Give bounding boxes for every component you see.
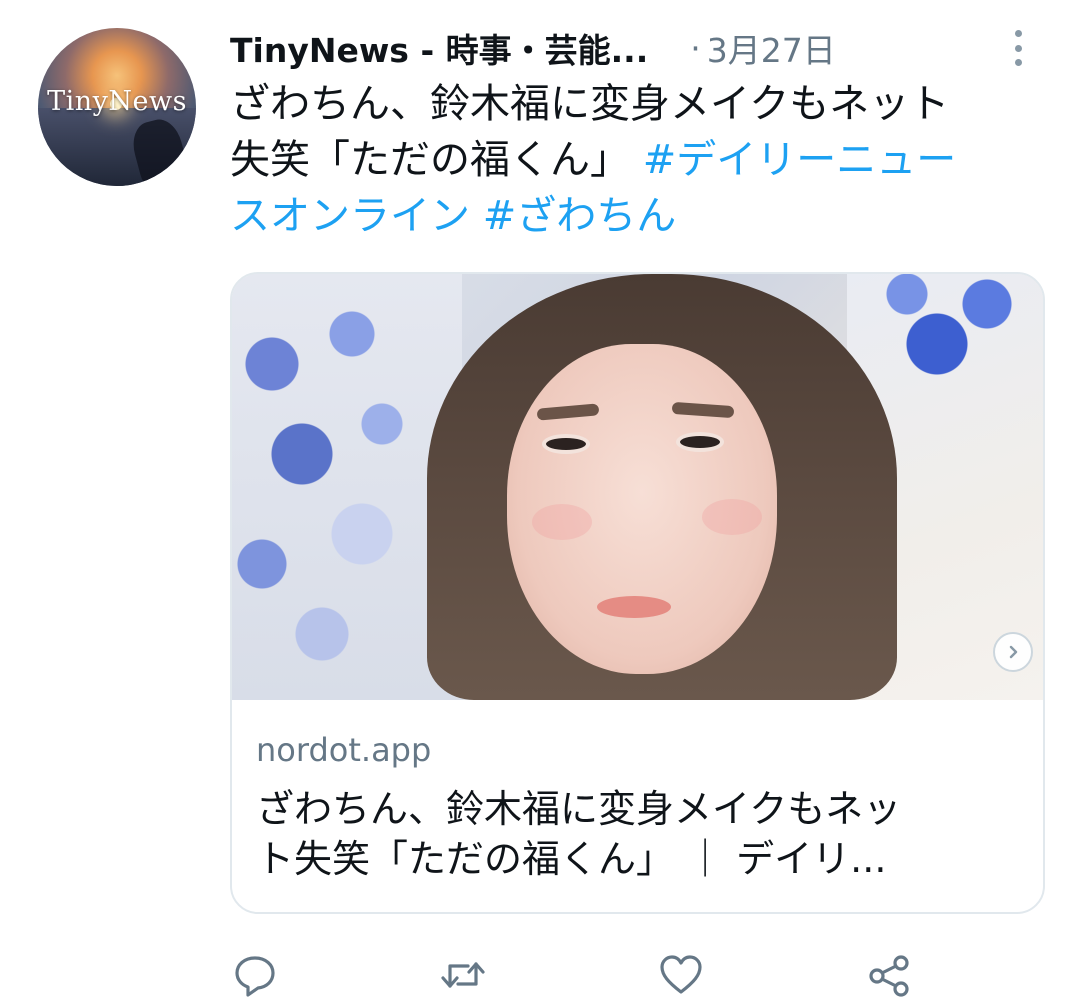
retweet-icon	[441, 962, 485, 988]
card-image-eye	[676, 432, 724, 452]
card-body: nordot.app ざわちん、鈴木福に変身メイクもネッ ト失笑「ただの福くん」…	[232, 700, 1043, 912]
card-title-line: ざわちん、鈴木福に変身メイクもネッ	[256, 787, 902, 831]
like-button[interactable]	[656, 950, 706, 1000]
more-dot	[1014, 44, 1022, 52]
card-title: ざわちん、鈴木福に変身メイクもネッ ト失笑「ただの福くん」 ｜ デイリ...	[256, 784, 1023, 884]
hashtag-link[interactable]: #デイリーニュー	[643, 137, 957, 183]
hashtag-link[interactable]: スオンライン	[230, 193, 470, 239]
tweet-text-plain: 失笑「ただの福くん」	[230, 137, 643, 183]
retweet-button[interactable]	[438, 950, 488, 1000]
like-icon	[660, 955, 702, 994]
share-icon	[869, 955, 909, 997]
share-button[interactable]	[864, 950, 914, 1000]
card-image-lips	[597, 596, 671, 618]
card-image-eye	[542, 434, 590, 454]
link-preview-card[interactable]: nordot.app ざわちん、鈴木福に変身メイクもネッ ト失笑「ただの福くん」…	[230, 272, 1045, 914]
reply-icon	[235, 956, 275, 997]
display-name[interactable]: TinyNews - 時事・芸能...	[230, 24, 648, 72]
more-dot	[1014, 59, 1022, 66]
reply-button[interactable]	[230, 950, 280, 1000]
tweet-header: TinyNews - 時事・芸能... · 3月27日	[230, 20, 1050, 76]
tweet-text: ざわちん、鈴木福に変身メイクもネット 失笑「ただの福くん」 #デイリーニュー ス…	[230, 76, 1050, 244]
tweet-text-line: 失笑「ただの福くん」 #デイリーニュー	[230, 132, 1050, 188]
next-image-button[interactable]	[993, 632, 1033, 672]
tweet-date[interactable]: 3月27日	[707, 24, 836, 72]
avatar[interactable]: TinyNews	[38, 28, 196, 186]
hashtag-link[interactable]: #ざわちん	[483, 193, 677, 239]
tweet-text-line: ざわちん、鈴木福に変身メイクもネット	[230, 81, 950, 127]
more-dot	[1014, 30, 1022, 37]
more-options-icon[interactable]	[1008, 24, 1028, 72]
card-image-cheek	[532, 504, 592, 540]
chevron-right-icon	[1009, 645, 1018, 659]
card-image-cheek	[702, 499, 762, 535]
tweet-text-line: スオンライン #ざわちん	[230, 188, 1050, 244]
card-image[interactable]	[232, 274, 1043, 700]
card-title-line: ト失笑「ただの福くん」 ｜ デイリ...	[256, 837, 887, 881]
avatar-logo-text: TinyNews	[47, 86, 187, 117]
tweet-action-bar	[230, 950, 950, 1000]
card-domain: nordot.app	[256, 731, 432, 769]
separator-dot: ·	[690, 28, 701, 68]
